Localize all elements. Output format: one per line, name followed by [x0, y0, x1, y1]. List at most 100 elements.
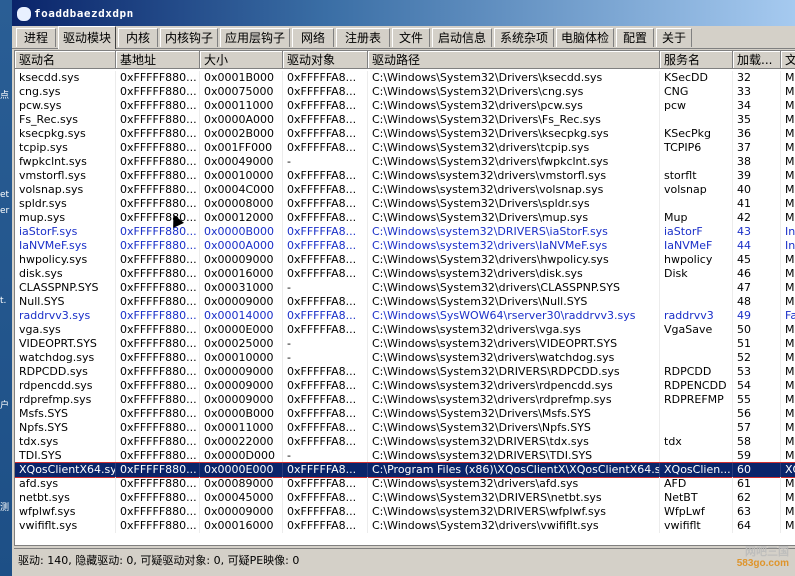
col-base-address-cell: 0xFFFFF880... — [116, 169, 200, 183]
tab-0[interactable]: 进程 — [16, 28, 56, 47]
table-row[interactable]: ksecpkg.sys 0xFFFFF880... 0x0002B000 0xFFFF… — [15, 127, 795, 141]
col-driver-name-cell: iaStorF.sys — [15, 225, 116, 239]
table-row[interactable]: RDPCDD.sys 0xFFFFF880... 0x00009000 0xFFFFF… — [15, 365, 795, 379]
col-driver-object-cell: 0xFFFFFA8... — [283, 435, 368, 449]
col-driver-object-cell: 0xFFFFFA8... — [283, 253, 368, 267]
main-window: foaddbaezdxdpn 进程 驱动模块 内核 内核钩子 应用层钩子 网络 注册表 文件启… — [12, 0, 795, 576]
table-row[interactable]: afd.sys 0xFFFFF880... 0x00089000 0xFFFFFA8.… — [15, 477, 795, 491]
col-file-company-header[interactable]: 文 — [781, 51, 795, 69]
col-file-company-cell: Mi — [781, 197, 795, 211]
tab-3[interactable]: 内核钩子 — [160, 28, 218, 47]
table-row[interactable]: rdprefmp.sys 0xFFFFF880... 0x00009000 0xFFF… — [15, 393, 795, 407]
tab-6[interactable]: 注册表 — [336, 28, 390, 47]
col-driver-object-cell: 0xFFFFFA8... — [283, 309, 368, 323]
tab-bar: 进程 驱动模块 内核 内核钩子 应用层钩子 网络 注册表 文件 启动信息 系统杂项 电脑体检 配置 关于 — [12, 26, 795, 49]
col-driver-name-cell: pcw.sys — [15, 99, 116, 113]
table-row[interactable]: CLASSPNP.SYS 0xFFFFF880... 0x00031000- C:\W… — [15, 281, 795, 295]
window-title: foaddbaezdxdpn — [34, 7, 134, 20]
table-row[interactable]: cng.sys 0xFFFFF880... 0x00075000 0xFFFFFA8.… — [15, 85, 795, 99]
table-row[interactable]: pcw.sys 0xFFFFF880... 0x00011000 0xFFFFFA8.… — [15, 99, 795, 113]
col-driver-name-header[interactable]: 驱动名 — [15, 51, 116, 69]
col-driver-path-cell: C:\Windows\System32\drivers\CLASSPNP.SYS — [368, 281, 660, 295]
table-row[interactable]: Null.SYS 0xFFFFF880... 0x00009000 0xFFFFFA8… — [15, 295, 795, 309]
tab-5[interactable]: 网络 — [292, 28, 334, 47]
col-driver-object-cell: 0xFFFFFA8... — [283, 99, 368, 113]
table-row[interactable]: netbt.sys 0xFFFFF880... 0x00045000 0xFFFFFA… — [15, 491, 795, 505]
col-load-order-cell: 49 — [733, 309, 781, 323]
table-row[interactable]: vwififlt.sys 0xFFFFF880... 0x00016000 0xFFF… — [15, 519, 795, 533]
table-row[interactable]: hwpolicy.sys 0xFFFFF880... 0x00009000 0xFFF… — [15, 253, 795, 267]
driver-table: 驱动名基地址大小驱动对象驱动路径服务名加载...文 ksecdd.sys0xFFF… — [14, 50, 795, 546]
table-row[interactable]: vga.sys 0xFFFFF880... 0x0000E000 0xFFFFFA8.… — [15, 323, 795, 337]
table-row[interactable]: vmstorfl.sys 0xFFFFF880... 0x00010000 0xFFF… — [15, 169, 795, 183]
col-base-address-cell: 0xFFFFF880... — [116, 393, 200, 407]
col-load-order-cell: 52 — [733, 351, 781, 365]
table-row[interactable]: Npfs.SYS 0xFFFFF880... 0x00011000 0xFFFFFA8… — [15, 421, 795, 435]
table-row[interactable]: VIDEOPRT.SYS 0xFFFFF880... 0x00025000- C:\W… — [15, 337, 795, 351]
col-driver-object-cell: 0xFFFFFA8... — [283, 113, 368, 127]
col-file-company-cell: Mi — [781, 141, 795, 155]
col-load-order-cell: 56 — [733, 407, 781, 421]
col-base-address-cell: 0xFFFFF880... — [116, 309, 200, 323]
col-file-company-cell: Mi — [781, 393, 795, 407]
tab-12[interactable]: 关于 — [656, 28, 692, 47]
col-driver-path-cell: C:\Windows\System32\Drivers\cng.sys — [368, 85, 660, 99]
table-row[interactable]: tdx.sys 0xFFFFF880... 0x00022000 0xFFFFFA8.… — [15, 435, 795, 449]
col-driver-path-cell: C:\Windows\System32\drivers\fwpkclnt.sys — [368, 155, 660, 169]
table-row[interactable]: XQosClientX64.sys 0xFFFFF880... 0x0000E000… — [15, 462, 795, 478]
col-driver-path-cell: C:\Windows\System32\drivers\tcpip.sys — [368, 141, 660, 155]
tab-2[interactable]: 内核 — [118, 28, 158, 47]
col-service-name-cell — [660, 295, 733, 309]
col-size-cell: 0x00014000 — [200, 309, 283, 323]
table-row[interactable]: disk.sys 0xFFFFF880... 0x00016000 0xFFFFFA8… — [15, 267, 795, 281]
col-driver-path-cell: C:\Windows\System32\drivers\vwififlt.sys — [368, 519, 660, 533]
col-driver-object-header[interactable]: 驱动对象 — [283, 51, 368, 69]
watermark-url: 583go.com — [736, 558, 789, 569]
col-driver-object-cell: 0xFFFFFA8... — [283, 211, 368, 225]
tab-4[interactable]: 应用层钩子 — [220, 28, 290, 47]
col-size-header[interactable]: 大小 — [200, 51, 283, 69]
tab-8[interactable]: 启动信息 — [432, 28, 492, 47]
table-row[interactable]: Msfs.SYS 0xFFFFF880... 0x0000B000 0xFFFFFA8… — [15, 407, 795, 421]
col-service-name-header[interactable]: 服务名 — [660, 51, 733, 69]
table-row[interactable]: TDI.SYS 0xFFFFF880... 0x0000D000- C:\Window… — [15, 449, 795, 463]
col-file-company-cell: Mi — [781, 519, 795, 533]
table-row[interactable]: iaStorF.sys 0xFFFFF880... 0x0000B000 0xFFFF… — [15, 225, 795, 239]
tab-9[interactable]: 系统杂项 — [494, 28, 554, 47]
tab-11[interactable]: 配置 — [616, 28, 654, 47]
col-service-name-cell: tdx — [660, 435, 733, 449]
col-driver-object-cell: 0xFFFFFA8... — [283, 85, 368, 99]
tab-10[interactable]: 电脑体检 — [556, 28, 614, 47]
table-row[interactable]: mup.sys 0xFFFFF880... 0x00012000 0xFFFFFA8.… — [15, 211, 795, 225]
table-row[interactable]: tcpip.sys 0xFFFFF880... 0x001FF000 0xFFFFFA… — [15, 141, 795, 155]
tab-1[interactable]: 驱动模块 — [58, 26, 116, 49]
tab-7[interactable]: 文件 — [392, 28, 430, 47]
table-row[interactable]: Fs_Rec.sys 0xFFFFF880... 0x0000A000 0xFFFFF… — [15, 113, 795, 127]
col-size-cell: 0x0002B000 — [200, 127, 283, 141]
col-base-address-cell: 0xFFFFF880... — [116, 449, 200, 463]
col-driver-path-cell: C:\Program Files (x86)\XQosClientX\XQosC… — [368, 463, 660, 477]
col-file-company-cell: Mi — [781, 407, 795, 421]
table-row[interactable]: IaNVMeF.sys 0xFFFFF880... 0x0000A000 0xFFFF… — [15, 239, 795, 253]
table-row[interactable]: volsnap.sys 0xFFFFF880... 0x0004C000 0xFFFF… — [15, 183, 795, 197]
table-row[interactable]: ksecdd.sys 0xFFFFF880... 0x0001B000 0xFFFFF… — [15, 71, 795, 85]
col-base-address-header[interactable]: 基地址 — [116, 51, 200, 69]
col-driver-name-cell: mup.sys — [15, 211, 116, 225]
col-service-name-cell: TCPIP6 — [660, 141, 733, 155]
col-size-cell: 0x00009000 — [200, 393, 283, 407]
title-bar[interactable]: foaddbaezdxdpn — [12, 0, 795, 26]
table-row[interactable]: spldr.sys 0xFFFFF880... 0x00008000 0xFFFFFA… — [15, 197, 795, 211]
table-row[interactable]: wfplwf.sys 0xFFFFF880... 0x00009000 0xFFFFF… — [15, 505, 795, 519]
table-row[interactable]: watchdog.sys 0xFFFFF880... 0x00010000- C:\W… — [15, 351, 795, 365]
col-driver-path-header[interactable]: 驱动路径 — [368, 51, 660, 69]
table-row[interactable]: rdpencdd.sys 0xFFFFF880... 0x00009000 0xFFF… — [15, 379, 795, 393]
col-load-order-header[interactable]: 加载... — [733, 51, 781, 69]
col-service-name-cell: IaNVMeF — [660, 239, 733, 253]
col-driver-object-cell: 0xFFFFFA8... — [283, 477, 368, 491]
table-row[interactable]: raddrvv3.sys 0xFFFFF880... 0x00014000 0xFFF… — [15, 309, 795, 323]
col-file-company-cell: Mi — [781, 267, 795, 281]
col-driver-object-cell: 0xFFFFFA8... — [283, 323, 368, 337]
col-service-name-cell: raddrvv3 — [660, 309, 733, 323]
table-row[interactable]: fwpkclnt.sys 0xFFFFF880... 0x00049000- C:\W… — [15, 155, 795, 169]
col-driver-path-cell: C:\Windows\System32\Drivers\Fs_Rec.sys — [368, 113, 660, 127]
